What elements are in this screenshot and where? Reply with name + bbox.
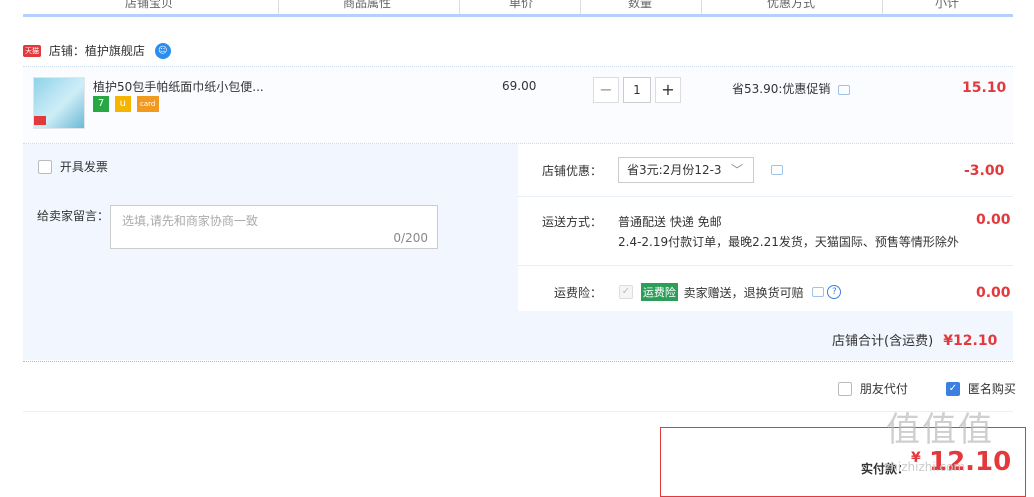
seven-day-return-icon: 7 [93,96,109,112]
invoice-option[interactable]: 开具发票 [38,158,108,175]
shop-total: 店铺合计(含运费) ¥12.10 [832,330,997,349]
shop-discount-selected: 省3元:2月份12-3 [627,163,722,177]
insurance-option: ✓ 运费险 卖家赠送，退换货可赔 ? [619,283,842,301]
tmall-badge: 天猫 [23,44,41,57]
insurance-amount: 0.00 [976,285,1011,301]
shipping-note: 2.4-2.19付款订单，最晚2.21发货，天猫国际、预售等情形除外 [618,235,959,249]
shop-discount-amount: -3.00 [964,163,1005,179]
unit-price: 69.00 [502,79,537,93]
friend-pay-option[interactable]: 朋友代付 [838,380,908,397]
product-title[interactable]: 植护50包手帕纸面巾纸小包便... [93,78,264,95]
message-label: 给卖家留言： [37,209,110,223]
table-header: 店铺宝贝 商品属性 单价 数量 优惠方式 小计 [23,0,1013,17]
col-quantity: 数量 [628,0,653,10]
comment-icon[interactable] [771,165,783,175]
guarantee-icon: u [114,96,131,112]
watermark-site: zhizhizhi.com [884,460,966,474]
watermark-logo: 值值值 [886,410,994,450]
invoice-label: 开具发票 [59,160,108,174]
seller-message-input[interactable]: 选填,请先和商家协商一致 0/200 [110,205,438,249]
shipping-label: 运送方式： [542,215,603,229]
shop-total-amount: ¥12.10 [943,333,998,349]
shop-discount-label: 店铺优惠： [542,164,603,178]
insurance-tag: 运费险 [640,283,678,301]
chevron-down-icon: ﹀ [730,163,743,177]
message-char-count: 0/200 [393,231,428,245]
decrease-button[interactable]: − [593,77,619,103]
col-divider [580,0,581,14]
service-badges: 7 u card [93,96,161,112]
shop-discount-select[interactable]: 省3元:2月份12-3 ﹀ [618,157,754,183]
item-discount-text: 省53.90:优惠促销 [732,82,831,96]
anonymous-label: 匿名购买 [967,382,1016,396]
insurance-label: 运费险： [554,286,603,300]
col-divider [278,0,279,14]
increase-button[interactable]: + [655,77,681,103]
col-discount: 优惠方式 [767,0,816,10]
anonymous-option[interactable]: ✓ 匿名购买 [946,380,1016,397]
col-divider [701,0,702,14]
help-icon[interactable]: ? [827,285,842,299]
divider [23,411,1013,412]
shop-row: 天猫 店铺：植护旗舰店 ☺ [23,42,171,62]
item-subtotal: 15.10 [962,80,1007,96]
col-subtotal: 小计 [935,0,960,10]
divider [518,265,1013,266]
comment-icon[interactable] [811,287,824,297]
wangwang-icon[interactable]: ☺ [154,42,171,59]
col-shop-items: 店铺宝贝 [125,0,174,10]
message-placeholder: 选填,请先和商家协商一致 [122,214,258,228]
product-thumbnail[interactable] [33,77,85,129]
comment-icon[interactable] [838,84,851,95]
friend-pay-checkbox[interactable] [838,381,852,396]
divider [23,361,1013,362]
col-divider [459,0,460,14]
anonymous-checkbox[interactable]: ✓ [946,381,960,396]
col-attributes: 商品属性 [343,0,392,10]
shipping-method: 普通配送 快递 免邮 [618,215,722,229]
col-divider [882,0,883,14]
shipping-amount: 0.00 [976,212,1011,228]
insurance-desc: 卖家赠送，退换货可赔 [683,285,804,300]
quantity-input[interactable]: 1 [623,77,651,103]
invoice-checkbox[interactable] [38,159,52,174]
credit-card-icon: card [136,96,159,112]
divider [518,196,1013,197]
item-discount: 省53.90:优惠促销 [732,80,851,97]
friend-pay-label: 朋友代付 [859,382,908,396]
insurance-checkbox: ✓ [619,285,633,299]
shop-name[interactable]: 店铺：植护旗舰店 [49,44,145,58]
shop-total-label: 店铺合计(含运费) [832,334,934,349]
col-price: 单价 [509,0,534,10]
